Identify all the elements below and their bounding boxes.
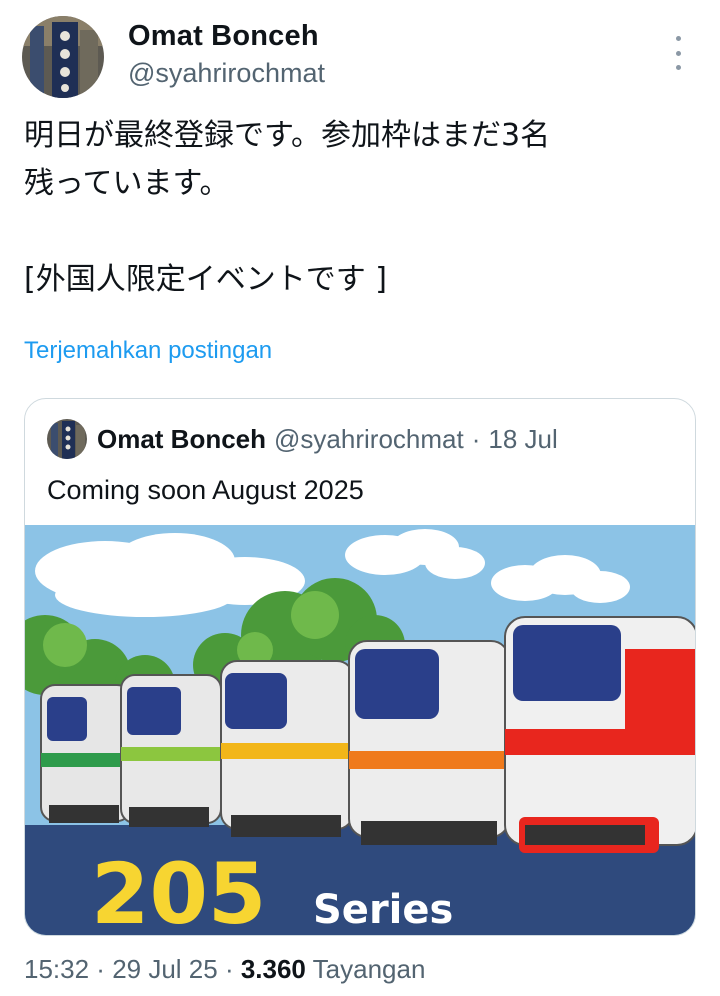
meta-separator: · [217, 954, 241, 984]
author-avatar[interactable] [22, 16, 104, 98]
train-light-green [120, 674, 222, 827]
tweet-meta: 15:32 · 29 Jul 25 · 3.360 Tayangan [24, 954, 425, 985]
quoted-author-display-name: Omat Bonceh [97, 423, 267, 454]
quoted-separator: · [471, 423, 481, 454]
tweet-header: Omat Bonceh @syahrirochmat [22, 14, 700, 98]
more-vertical-icon[interactable] [670, 36, 686, 70]
quoted-author-handle: @syahrirochmat [274, 423, 464, 454]
quoted-media-image[interactable]: 205 Series [25, 525, 695, 936]
train-orange [348, 640, 510, 845]
quoted-tweet-header: Omat Bonceh @syahrirochmat · 18 Jul [47, 419, 558, 459]
tweet-text: 明日が最終登録です。参加枠はまだ3名 残っています。 [外国人限定イベントです … [24, 118, 551, 297]
quoted-tweet[interactable]: Omat Bonceh @syahrirochmat · 18 Jul Comi… [24, 398, 696, 936]
author-handle[interactable]: @syahrirochmat [128, 56, 325, 90]
view-count[interactable]: 3.360 [241, 954, 306, 984]
train-green [40, 684, 132, 823]
media-number: 205 [91, 845, 266, 936]
translate-post-link[interactable]: Terjemahkan postingan [24, 337, 272, 365]
meta-separator: · [89, 954, 113, 984]
author-display-name[interactable]: Omat Bonceh [128, 18, 325, 54]
train-red [504, 616, 695, 853]
quoted-date: 18 Jul [488, 423, 558, 454]
views-label: Tayangan [305, 954, 426, 984]
train-yellow [220, 660, 354, 837]
quoted-tweet-text: Coming soon August 2025 [47, 475, 364, 505]
tweet-date[interactable]: 29 Jul 25 [112, 954, 218, 984]
tweet-time[interactable]: 15:32 [24, 954, 89, 984]
quoted-author-avatar [47, 419, 87, 459]
media-word: Series [313, 887, 453, 933]
